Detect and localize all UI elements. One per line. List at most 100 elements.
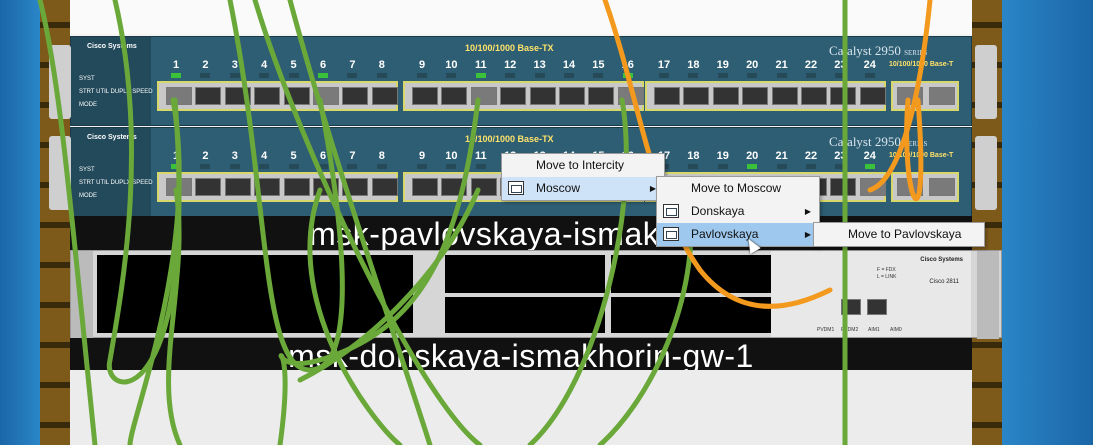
ethernet-port[interactable] (617, 87, 644, 105)
ethernet-port[interactable] (712, 87, 739, 105)
ethernet-port[interactable] (254, 87, 281, 105)
port-number-label: 20 (746, 59, 759, 71)
port-status-led (564, 73, 574, 78)
ethernet-port[interactable] (441, 87, 468, 105)
uplink-speed-label: 10/100/1000 Base-T (889, 61, 954, 68)
port-status-led (864, 164, 875, 169)
port-status-led (347, 73, 358, 78)
ethernet-port[interactable] (654, 87, 680, 105)
ethernet-port[interactable] (254, 178, 281, 196)
port-number-label: 21 (775, 150, 788, 162)
port-status-led (806, 164, 816, 169)
ethernet-port[interactable] (588, 87, 615, 105)
rack-icon (663, 204, 679, 218)
port-number-label: 3 (231, 59, 238, 71)
ethernet-port[interactable] (166, 87, 192, 105)
ethernet-port[interactable] (412, 87, 438, 105)
uplink-port[interactable] (929, 87, 955, 105)
port-number-label: 3 (231, 150, 238, 162)
port-status-led (417, 164, 427, 169)
port-status-led (717, 164, 728, 169)
ethernet-port[interactable] (529, 87, 556, 105)
ethernet-port[interactable] (166, 178, 192, 196)
port-status-led (747, 73, 758, 78)
submenu-arrow-icon: ▶ (804, 207, 811, 216)
port-number-label: 13 (533, 59, 546, 71)
ethernet-port[interactable] (224, 178, 251, 196)
ethernet-port[interactable] (683, 87, 710, 105)
port-number-label: 6 (319, 150, 327, 162)
ethernet-port[interactable] (830, 178, 857, 196)
ethernet-port[interactable] (342, 87, 369, 105)
menu-item-moscow[interactable]: Moscow ▶ (502, 177, 664, 200)
ethernet-port[interactable] (830, 87, 857, 105)
ethernet-port[interactable] (342, 178, 369, 196)
port-number-label: 5 (290, 59, 297, 71)
port-status-led (376, 73, 387, 78)
port-status-led (200, 73, 211, 78)
context-menu-level3: Move to Pavlovskaya (813, 222, 985, 247)
router-right-bracket (977, 251, 999, 339)
port-number-label: 10 (445, 150, 458, 162)
ethernet-port[interactable] (470, 178, 497, 196)
ethernet-port[interactable] (859, 178, 886, 196)
menu-item-move-to-intercity[interactable]: Move to Intercity (502, 154, 664, 177)
port-number-label: 6 (319, 59, 327, 71)
uplink-port[interactable] (897, 178, 923, 196)
router-slot-1 (445, 297, 605, 333)
ethernet-port[interactable] (412, 178, 438, 196)
port-number-label: 7 (349, 59, 356, 71)
port-status-led (446, 73, 457, 78)
building-icon (508, 181, 524, 195)
router-model: Cisco 2811 (929, 279, 959, 285)
router-port-fe00[interactable] (841, 299, 861, 315)
ethernet-port[interactable] (771, 87, 798, 105)
port-number-label: 24 (863, 59, 876, 71)
ethernet-port[interactable] (801, 87, 827, 105)
uplink-port[interactable] (929, 178, 955, 196)
rack-shelf-top (70, 0, 972, 34)
ethernet-port[interactable] (859, 87, 886, 105)
port-status-led (347, 164, 358, 169)
router-port-fe01[interactable] (867, 299, 887, 315)
port-number-label: 8 (378, 59, 385, 71)
ethernet-port[interactable] (559, 87, 585, 105)
port-number-label: 11 (474, 59, 487, 71)
port-number-label: 17 (657, 59, 671, 71)
port-number-label: 18 (687, 150, 700, 162)
switch-top[interactable]: Cisco Systems SYST STRT UTIL DUPLX SPEED… (49, 36, 997, 126)
ethernet-port[interactable] (313, 178, 339, 196)
ethernet-port[interactable] (195, 178, 222, 196)
menu-item-pavlovskaya[interactable]: Pavlovskaya ▶ (657, 223, 819, 246)
ethernet-port[interactable] (500, 87, 527, 105)
ethernet-port[interactable] (371, 178, 398, 196)
port-number-label: 4 (261, 150, 268, 162)
ethernet-port[interactable] (313, 87, 339, 105)
menu-item-move-to-pavlovskaya[interactable]: Move to Pavlovskaya (814, 223, 984, 246)
port-status-led (259, 164, 270, 169)
port-number-label: 24 (863, 150, 876, 162)
ethernet-port[interactable] (470, 87, 497, 105)
router-name-label[interactable]: msk-donskaya-ismakhorin-gw-1 (70, 338, 972, 374)
ethernet-port[interactable] (283, 178, 310, 196)
ethernet-port[interactable] (742, 87, 769, 105)
uplink-port[interactable] (897, 87, 923, 105)
ethernet-port[interactable] (283, 87, 310, 105)
router-2811[interactable]: F = FDX L = LINK Cisco Systems Cisco 281… (70, 250, 1002, 339)
cisco-logo: Cisco Systems (87, 43, 137, 50)
ethernet-port[interactable] (441, 178, 468, 196)
router-left-bracket (71, 251, 93, 339)
ethernet-port[interactable] (195, 87, 222, 105)
model-label: Catalyst 2950 SERIES (829, 43, 928, 58)
port-number-label: 14 (562, 59, 576, 71)
router-slot-3 (445, 255, 605, 293)
port-number-label: 11 (474, 150, 487, 162)
ethernet-port[interactable] (224, 87, 251, 105)
cisco-logo: Cisco Systems (920, 257, 963, 263)
ethernet-port[interactable] (371, 87, 398, 105)
menu-item-donskaya[interactable]: Donskaya ▶ (657, 200, 819, 223)
port-status-led (505, 73, 516, 78)
menu-item-move-to-moscow[interactable]: Move to Moscow (657, 177, 819, 200)
port-number-label: 21 (775, 59, 788, 71)
port-number-label: 22 (804, 59, 818, 71)
